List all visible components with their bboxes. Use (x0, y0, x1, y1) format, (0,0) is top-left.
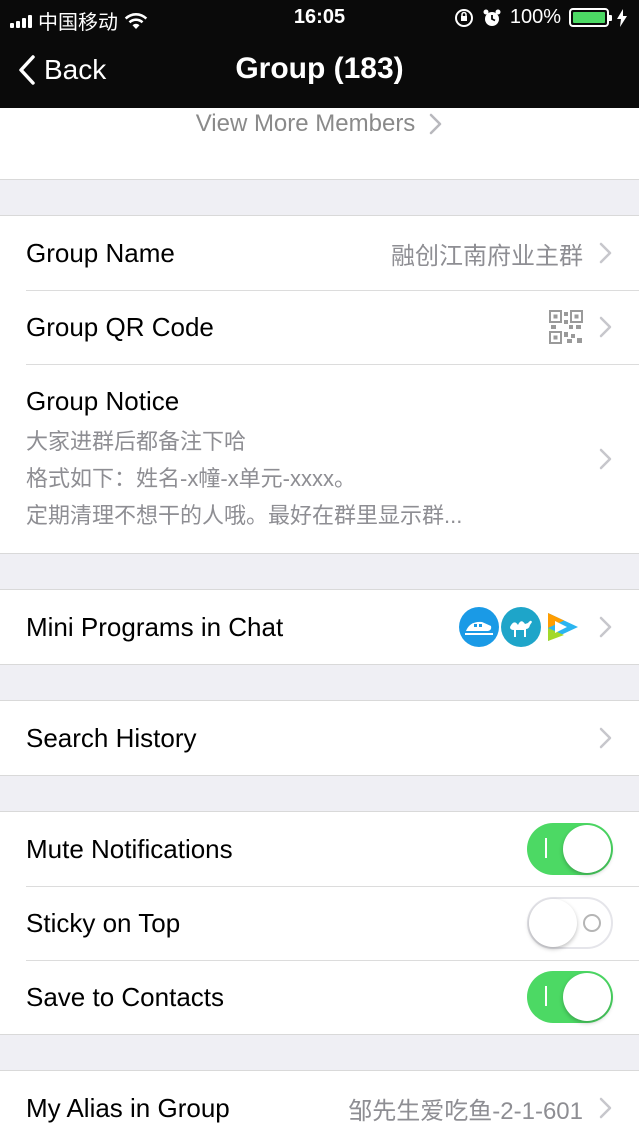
group-name-row[interactable]: Group Name 融创江南府业主群 (0, 216, 639, 290)
chevron-right-icon (599, 616, 612, 638)
mini-programs-label: Mini Programs in Chat (26, 611, 284, 642)
settings-content: View More Members Group Name 融创江南府业主群 Gr… (0, 108, 639, 1136)
mini-programs-section: Mini Programs in Chat (0, 589, 639, 665)
page-title: Group (183) (235, 52, 404, 85)
chevron-right-icon (430, 113, 442, 135)
top-bar: 中国移动 16:05 100% Back Group (183) (0, 0, 639, 108)
group-qr-row[interactable]: Group QR Code (0, 290, 639, 364)
chevron-right-icon (599, 242, 612, 264)
my-alias-value: 邹先生爱吃鱼-2-1-601 (348, 1097, 583, 1125)
chevron-right-icon (599, 1097, 612, 1119)
group-qr-label: Group QR Code (26, 311, 214, 342)
mute-notifications-toggle[interactable] (527, 823, 613, 875)
charging-icon (617, 8, 627, 27)
search-history-row[interactable]: Search History (0, 701, 639, 775)
battery-icon (569, 8, 612, 27)
sticky-on-top-toggle[interactable] (527, 897, 613, 949)
status-right: 100% (454, 6, 627, 29)
group-notice-row[interactable]: Group Notice 大家进群后都备注下哈 格式如下：姓名-x幢-x单元-x… (0, 364, 639, 553)
chevron-right-icon (599, 727, 612, 749)
nav-bar: Back Group (183) (0, 36, 639, 108)
video-play-icon (543, 607, 583, 647)
group-notice-label: Group Notice (26, 386, 180, 416)
train-icon (459, 607, 499, 647)
group-notice-body: Group Notice 大家进群后都备注下哈 格式如下：姓名-x幢-x单元-x… (26, 386, 613, 534)
search-history-label: Search History (26, 722, 197, 753)
group-notice-line: 格式如下：姓名-x幢-x单元-xxxx。 (26, 466, 356, 491)
chevron-right-icon (599, 316, 612, 338)
view-more-members-section: View More Members (0, 108, 639, 180)
group-name-value: 融创江南府业主群 (391, 242, 583, 270)
save-to-contacts-row: Save to Contacts (0, 960, 639, 1034)
view-more-members-label: View More Members (195, 110, 416, 137)
my-alias-row[interactable]: My Alias in Group 邹先生爱吃鱼-2-1-601 (0, 1071, 639, 1136)
group-info-section: Group Name 融创江南府业主群 Group QR Code Group … (0, 215, 639, 554)
save-to-contacts-toggle[interactable] (527, 971, 613, 1023)
status-bar: 中国移动 16:05 100% (0, 0, 639, 36)
toggles-section: Mute Notifications Sticky on Top Save to… (0, 811, 639, 1035)
alias-section: My Alias in Group 邹先生爱吃鱼-2-1-601 (0, 1070, 639, 1136)
my-alias-label: My Alias in Group (26, 1092, 230, 1123)
group-notice-line: 大家进群后都备注下哈 (26, 429, 247, 454)
group-name-label: Group Name (26, 237, 175, 268)
sticky-on-top-row: Sticky on Top (0, 886, 639, 960)
camel-icon (501, 607, 541, 647)
group-notice-line: 定期清理不想干的人哦。最好在群里显示群... (26, 503, 463, 528)
battery-percent: 100% (509, 6, 561, 28)
chevron-right-icon (599, 448, 612, 470)
orientation-lock-icon (454, 8, 473, 27)
mute-notifications-label: Mute Notifications (26, 833, 233, 864)
view-more-members-button[interactable]: View More Members (196, 110, 444, 138)
qr-code-icon (549, 310, 583, 344)
sticky-on-top-label: Sticky on Top (26, 907, 181, 938)
alarm-icon (483, 9, 501, 26)
mute-notifications-row: Mute Notifications (0, 812, 639, 886)
search-history-section: Search History (0, 700, 639, 776)
mini-program-icons (457, 607, 583, 647)
save-to-contacts-label: Save to Contacts (26, 981, 224, 1012)
mini-programs-row[interactable]: Mini Programs in Chat (0, 590, 639, 664)
